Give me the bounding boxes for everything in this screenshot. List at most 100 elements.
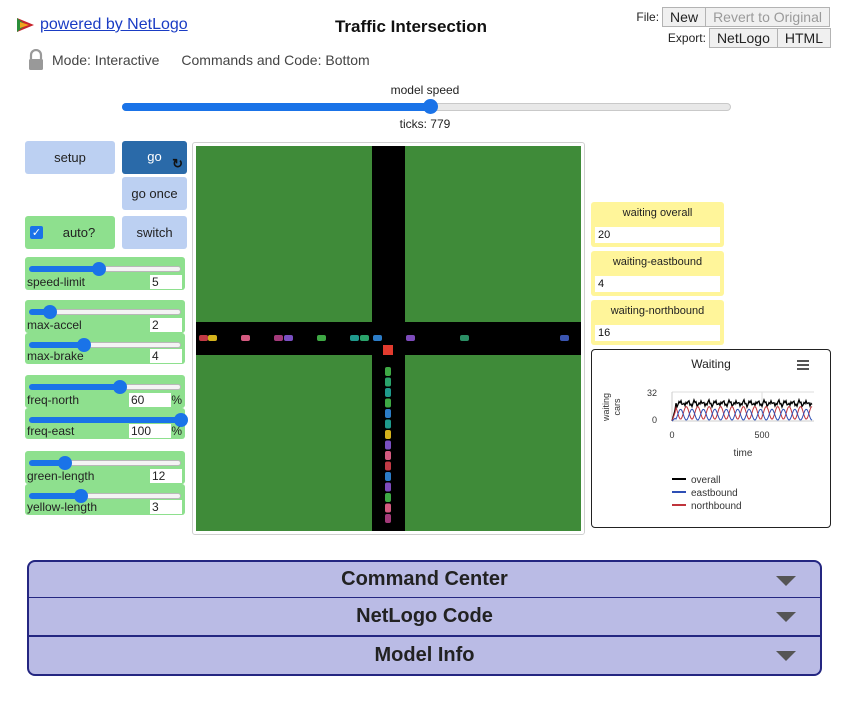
car <box>385 377 391 387</box>
world-view[interactable] <box>196 146 581 531</box>
commands-code-label: Commands and Code: Bottom <box>181 52 370 68</box>
car <box>317 335 326 341</box>
model-info-section[interactable]: Model Info <box>27 637 822 676</box>
slider-fill <box>29 266 99 272</box>
lock-icon[interactable] <box>27 49 45 71</box>
car <box>385 493 391 502</box>
plot-ylabel-2: cars <box>612 398 622 416</box>
monitor-value: 20 <box>595 227 720 243</box>
world-canvas <box>196 146 581 531</box>
monitor-waiting-overall: waiting overall 20 <box>591 202 724 247</box>
slider-yellow-length[interactable]: yellow-length 3 <box>25 484 185 515</box>
slider-label: freq-east <box>27 424 75 438</box>
car <box>360 335 369 341</box>
plot-canvas: waiting cars 32 0 0 500 time overall eas… <box>601 388 814 512</box>
slider-label: max-brake <box>27 349 84 363</box>
slider-green-length[interactable]: green-length 12 <box>25 451 185 484</box>
go-button-label: go <box>147 149 162 164</box>
slider-label: speed-limit <box>27 275 86 289</box>
slider-label: yellow-length <box>27 500 98 514</box>
slider-fill <box>29 342 84 348</box>
export-html-button[interactable]: HTML <box>776 28 831 48</box>
export-toolbar: Export: NetLogo HTML <box>668 28 831 48</box>
monitor-label: waiting overall <box>622 207 693 219</box>
ticks-counter: ticks: 779 <box>399 117 451 131</box>
checkbox-checked-icon[interactable]: ✓ <box>30 226 43 239</box>
car <box>560 335 569 341</box>
car <box>385 451 391 460</box>
section-label: Command Center <box>341 568 508 590</box>
slider-value: 12 <box>150 469 182 483</box>
slider-value: 100 <box>129 424 171 438</box>
slider-value: 5 <box>150 275 182 289</box>
slider-handle[interactable] <box>58 456 72 470</box>
plot-xtick-mid: 500 <box>754 430 769 440</box>
plot-xlabel: time <box>734 448 753 459</box>
auto-switch-label: auto? <box>62 225 96 240</box>
car <box>385 503 391 513</box>
export-netlogo-button[interactable]: NetLogo <box>708 28 778 48</box>
plot-ytick-min: 0 <box>652 415 657 425</box>
auto-switch[interactable]: ✓ auto? <box>25 216 115 249</box>
chevron-down-icon <box>776 612 796 622</box>
monitor-value: 16 <box>595 325 720 341</box>
netlogo-code-section[interactable]: NetLogo Code <box>27 598 822 637</box>
go-button[interactable]: go ↻ <box>122 141 187 174</box>
mode-label: Mode: Interactive <box>52 52 160 68</box>
command-center-section[interactable]: Command Center <box>27 560 822 599</box>
slider-max-brake[interactable]: max-brake 4 <box>25 333 185 364</box>
car <box>284 335 293 341</box>
slider-handle[interactable] <box>113 380 127 394</box>
car <box>385 409 391 418</box>
car <box>406 335 415 341</box>
switch-button[interactable]: switch <box>122 216 187 249</box>
new-button[interactable]: New <box>662 7 707 27</box>
export-label: Export: <box>667 31 706 45</box>
car <box>385 398 391 408</box>
plot-ylabel-1: waiting <box>601 393 611 422</box>
slider-handle[interactable] <box>43 305 57 319</box>
car <box>385 514 391 523</box>
legend-northbound: northbound <box>691 501 742 512</box>
car <box>385 440 391 450</box>
legend-eastbound: eastbound <box>691 488 738 499</box>
file-toolbar: File: New Revert to Original <box>636 7 830 27</box>
monitor-waiting-northbound: waiting-northbound 16 <box>591 300 724 345</box>
plot-ytick-max: 32 <box>647 388 657 398</box>
car <box>385 388 391 397</box>
slider-value: 60 <box>129 393 171 407</box>
slider-freq-east[interactable]: freq-east 100% <box>25 408 188 439</box>
slider-unit: % <box>171 393 182 407</box>
slider-freq-north[interactable]: freq-north 60% <box>25 375 185 408</box>
slider-unit: % <box>171 424 182 438</box>
slider-value: 2 <box>150 318 182 332</box>
slider-label: green-length <box>27 469 95 483</box>
setup-button[interactable]: setup <box>25 141 115 174</box>
slider-label: max-accel <box>27 318 82 332</box>
traffic-light-north <box>383 345 393 355</box>
section-label: NetLogo Code <box>356 605 493 627</box>
car <box>385 461 391 471</box>
car <box>373 335 382 341</box>
car <box>385 430 391 439</box>
car <box>385 472 391 481</box>
slider-speed-limit[interactable]: speed-limit 5 <box>25 257 185 290</box>
car <box>199 335 208 341</box>
model-speed-handle[interactable] <box>423 99 438 114</box>
revert-to-original-button[interactable]: Revert to Original <box>705 7 830 27</box>
car <box>385 419 391 429</box>
car <box>241 335 250 341</box>
slider-handle[interactable] <box>92 262 106 276</box>
chevron-down-icon <box>776 651 796 661</box>
slider-max-accel[interactable]: max-accel 2 <box>25 300 185 333</box>
car <box>350 335 359 341</box>
model-speed-label: model speed <box>390 83 460 97</box>
hamburger-menu-icon[interactable] <box>797 360 809 372</box>
monitor-value: 4 <box>595 276 720 292</box>
legend-overall: overall <box>691 475 720 486</box>
file-label: File: <box>636 10 660 24</box>
mode-bar: Mode: Interactive Commands and Code: Bot… <box>27 49 370 71</box>
go-once-button[interactable]: go once <box>122 177 187 210</box>
plot-title: Waiting <box>691 357 731 371</box>
slider-fill <box>29 417 181 423</box>
